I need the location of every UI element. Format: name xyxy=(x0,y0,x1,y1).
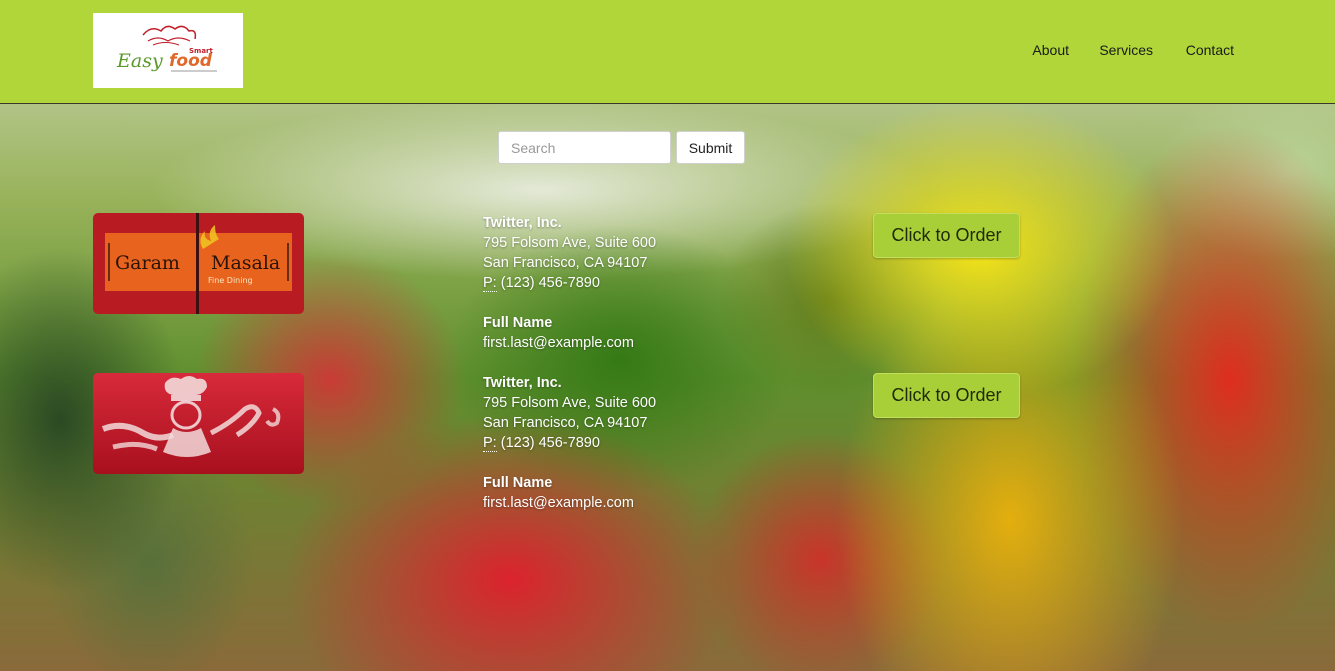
nav-contact-link[interactable]: Contact xyxy=(1186,42,1234,58)
restaurant-address: Twitter, Inc. 795 Folsom Ave, Suite 600 … xyxy=(483,373,743,513)
svg-text:Fine Dining: Fine Dining xyxy=(208,276,253,285)
city-state-zip: San Francisco, CA 94107 xyxy=(483,415,648,431)
contact-email[interactable]: first.last@example.com xyxy=(483,333,743,353)
contact-email[interactable]: first.last@example.com xyxy=(483,493,743,513)
svg-text:Garam: Garam xyxy=(115,252,180,274)
site-header: Easy food Smart About Services Contact xyxy=(0,0,1335,104)
phone-number: (123) 456-7890 xyxy=(500,435,600,451)
garam-masala-logo[interactable]: Garam Masala Fine Dining xyxy=(93,213,304,314)
svg-text:Masala: Masala xyxy=(211,252,280,274)
phone-line: P: (123) 456-7890 xyxy=(483,433,743,453)
company-name: Twitter, Inc. xyxy=(483,375,562,391)
easyfood-logo-graphic: Easy food Smart xyxy=(116,25,217,72)
svg-text:Smart: Smart xyxy=(189,47,214,55)
street-address: 795 Folsom Ave, Suite 600 xyxy=(483,395,657,411)
city-state-zip: San Francisco, CA 94107 xyxy=(483,255,648,271)
contact-name: Full Name xyxy=(483,475,553,491)
contact-name: Full Name xyxy=(483,315,553,331)
click-to-order-button[interactable]: Click to Order xyxy=(873,373,1020,418)
phone-line: P: (123) 456-7890 xyxy=(483,273,743,293)
nav-services-link[interactable]: Services xyxy=(1099,42,1153,58)
phone-abbr: P: xyxy=(483,435,497,452)
click-to-order-button[interactable]: Click to Order xyxy=(873,213,1020,258)
search-input[interactable] xyxy=(498,131,671,164)
street-address: 795 Folsom Ave, Suite 600 xyxy=(483,235,657,251)
easyfood-logo[interactable]: Easy food Smart xyxy=(93,13,243,88)
phone-abbr: P: xyxy=(483,275,497,292)
phone-number: (123) 456-7890 xyxy=(500,275,600,291)
restaurant-address: Twitter, Inc. 795 Folsom Ave, Suite 600 … xyxy=(483,213,743,353)
chef-logo[interactable] xyxy=(93,373,304,474)
submit-button[interactable]: Submit xyxy=(676,131,745,164)
garam-masala-logo-graphic: Garam Masala Fine Dining xyxy=(93,213,304,314)
nav-about-link[interactable]: About xyxy=(1032,42,1069,58)
company-name: Twitter, Inc. xyxy=(483,215,562,231)
svg-text:Easy: Easy xyxy=(116,50,163,72)
chef-logo-graphic xyxy=(93,373,304,474)
